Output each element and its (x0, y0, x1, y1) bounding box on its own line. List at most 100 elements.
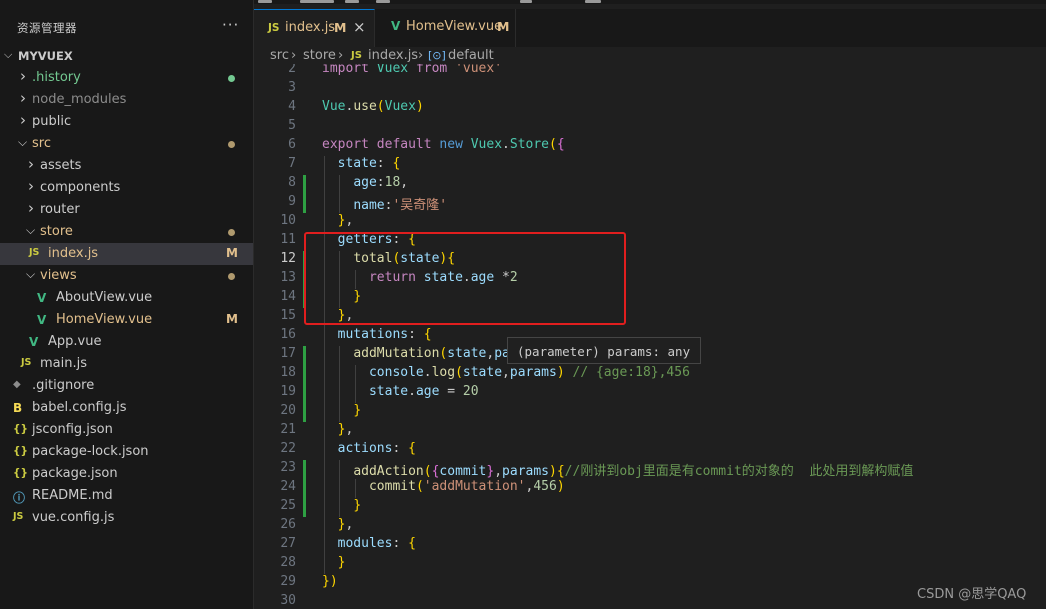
tree-item-views[interactable]: ⌵ views (0, 265, 253, 287)
tree-item-aboutview-vue[interactable]: V AboutView.vue (0, 287, 253, 309)
vue-file-icon: V (37, 313, 47, 327)
tree-item-label: vue.config.js (32, 510, 115, 525)
line-number: 20 (280, 403, 296, 418)
git-status-dot (228, 273, 235, 280)
code-line[interactable]: modules: { (322, 536, 416, 551)
tree-item-router[interactable]: › router (0, 199, 253, 221)
git-added-marker (303, 346, 306, 422)
tree-item-history[interactable]: › .history (0, 67, 253, 89)
tree-item-homeview-vue[interactable]: V HomeView.vue M (0, 309, 253, 331)
git-added-marker (303, 460, 306, 517)
code-line[interactable]: state.age = 20 (322, 384, 479, 399)
code-line[interactable]: addAction({commit},params){//刚讲到obj里面是有c… (322, 460, 913, 479)
breadcrumb-item[interactable]: default (448, 48, 494, 63)
git-added-marker (303, 175, 306, 213)
tree-item-label: router (40, 202, 80, 217)
code-line[interactable]: name:'吴奇隆' (322, 194, 447, 213)
line-number: 18 (280, 365, 296, 380)
code-line[interactable]: } (322, 555, 346, 570)
code-line[interactable]: }, (322, 213, 354, 228)
js-file-icon: JS (21, 357, 32, 368)
explorer-title: 资源管理器 (17, 21, 77, 35)
json-file-icon: {} (13, 467, 28, 479)
chevron-right-icon: › (20, 67, 26, 85)
breadcrumb-item[interactable]: index.js (368, 48, 418, 63)
code-line[interactable]: import Vuex from 'vuex' (322, 64, 502, 76)
workspace-root-folder[interactable]: ⌵ MYVUEX (0, 45, 253, 67)
chevron-right-icon: › (28, 177, 34, 195)
tree-item-store[interactable]: ⌵ store (0, 221, 253, 243)
breadcrumb-separator: › (338, 48, 344, 63)
vue-file-icon: V (29, 335, 39, 349)
tree-item-components[interactable]: › components (0, 177, 253, 199)
tree-item-public[interactable]: › public (0, 111, 253, 133)
git-status-dot (228, 229, 235, 236)
watermark: CSDN @思学QAQ (917, 587, 1027, 602)
tree-item-label: App.vue (48, 334, 102, 349)
tree-item-label: jsconfig.json (32, 422, 113, 437)
info-file-icon: ⓘ (13, 491, 26, 505)
symbol-icon: [⊙] (428, 49, 446, 62)
code-line[interactable]: addMutation(state,pa (322, 346, 510, 361)
code-line[interactable]: } (322, 403, 361, 418)
tree-item-label: .gitignore (32, 378, 95, 393)
tab-label: index.js (285, 20, 336, 35)
modified-badge: M (334, 20, 347, 35)
tree-item-babel-config-js[interactable]: Bbabel.config.js (0, 397, 253, 419)
tree-item-label: HomeView.vue (56, 312, 153, 327)
tree-item-label: babel.config.js (32, 400, 127, 415)
close-icon[interactable]: × (353, 18, 366, 36)
js-file-icon: JS (13, 511, 24, 522)
line-number: 28 (280, 555, 296, 570)
breadcrumb-item[interactable]: store (303, 48, 336, 63)
tab-homeview-vue[interactable]: V HomeView.vue M (375, 9, 516, 47)
tree-item-package-json[interactable]: {} package.json (0, 463, 253, 485)
line-number: 22 (280, 441, 296, 456)
breadcrumb-separator: › (418, 48, 424, 63)
tree-item-index-js[interactable]: JS index.js M (0, 243, 253, 265)
tree-item-package-lock-json[interactable]: {} package-lock.json (0, 441, 253, 463)
code-line[interactable]: export default new Vuex.Store({ (322, 137, 565, 152)
tree-item-gitignore[interactable]: ◆ .gitignore (0, 375, 253, 397)
tree-item-jsconfig-json[interactable]: {} jsconfig.json (0, 419, 253, 441)
tree-item-vue-config-js[interactable]: JS vue.config.js (0, 507, 253, 529)
more-actions-icon[interactable]: ··· (222, 16, 239, 34)
json-file-icon: {} (13, 445, 28, 457)
chevron-down-icon: ⌵ (4, 48, 13, 61)
tree-item-assets[interactable]: › assets (0, 155, 253, 177)
code-line[interactable]: state: { (322, 156, 401, 171)
tree-item-src[interactable]: ⌵ src (0, 133, 253, 155)
line-number: 14 (280, 289, 296, 304)
tree-item-label: public (32, 114, 72, 129)
tree-item-label: .history (32, 70, 81, 85)
code-line[interactable]: }) (322, 574, 338, 589)
code-line[interactable]: }, (322, 517, 354, 532)
tab-index-js[interactable]: JS index.js M × (254, 9, 375, 47)
line-number: 9 (288, 194, 296, 209)
code-line[interactable]: console.log(state,params) // {age:18},45… (322, 365, 690, 380)
line-number: 16 (280, 327, 296, 342)
tree-item-main-js[interactable]: JS main.js (0, 353, 253, 375)
line-number: 27 (280, 536, 296, 551)
code-line[interactable]: mutations: { (322, 327, 432, 342)
parameter-hover-tooltip: (parameter) params: any (507, 337, 701, 364)
code-line[interactable]: actions: { (322, 441, 416, 456)
code-line[interactable]: } (322, 498, 361, 513)
line-number: 3 (288, 80, 296, 95)
tree-item-app-vue[interactable]: V App.vue (0, 331, 253, 353)
code-line[interactable]: Vue.use(Vuex) (322, 99, 424, 114)
tree-item-label: index.js (48, 246, 99, 261)
line-number: 30 (280, 593, 296, 608)
tree-item-label: package.json (32, 466, 118, 481)
tree-item-node-modules[interactable]: › node_modules (0, 89, 253, 111)
chevron-down-icon: ⌵ (26, 267, 36, 281)
code-line[interactable]: commit('addMutation',456) (322, 479, 565, 494)
tree-item-label: node_modules (32, 92, 127, 107)
chevron-right-icon: › (28, 199, 34, 217)
line-number: 5 (288, 118, 296, 133)
breadcrumb-item[interactable]: src (270, 48, 289, 63)
code-line[interactable]: }, (322, 422, 354, 437)
code-line[interactable]: age:18, (322, 175, 408, 190)
tree-item-readme-md[interactable]: ⓘ README.md (0, 485, 253, 507)
tree-item-label: README.md (32, 488, 113, 503)
